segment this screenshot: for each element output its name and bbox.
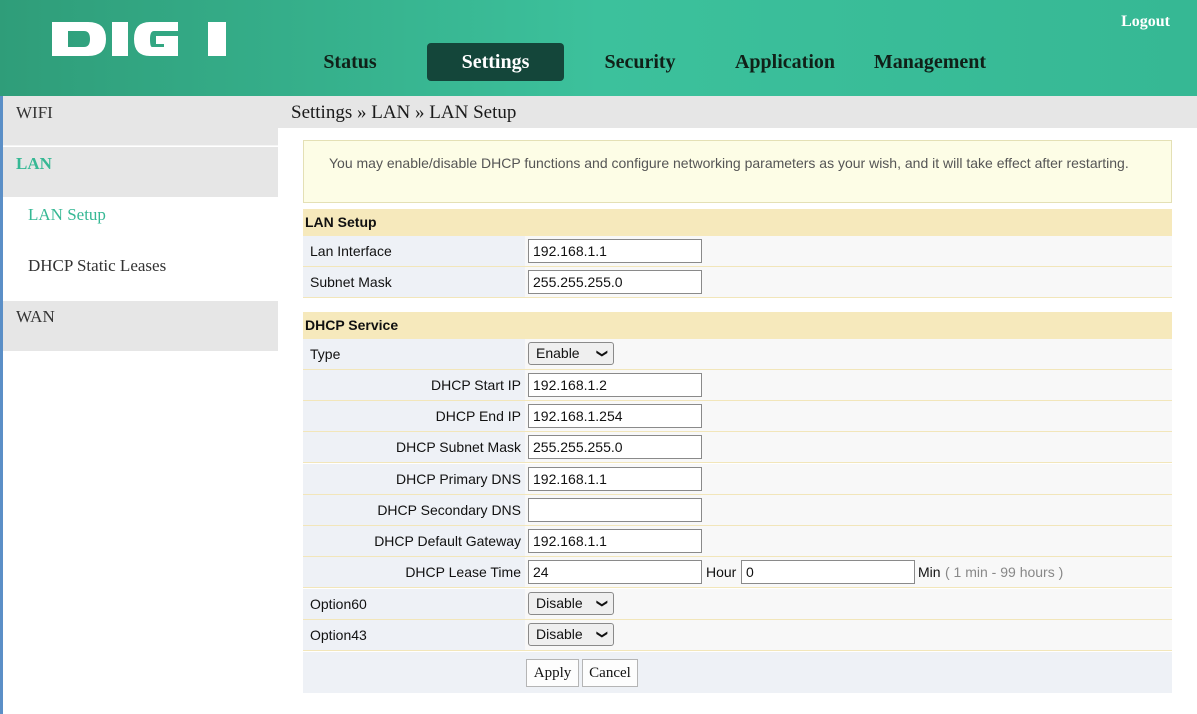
- hour-unit-label: Hour: [706, 564, 737, 580]
- subnet-mask-label: Subnet Mask: [303, 267, 525, 297]
- sidebar-item-wifi[interactable]: WIFI: [3, 96, 278, 146]
- chevron-down-icon: ❯: [595, 598, 608, 609]
- dhcp-type-value: Enable: [536, 345, 580, 361]
- nav-security[interactable]: Security: [590, 43, 690, 81]
- header-bar: Logout Status Settings Security Applicat…: [0, 0, 1197, 96]
- sidebar-item-dhcp-static-leases[interactable]: DHCP Static Leases: [3, 248, 278, 301]
- dhcp-type-label: Type: [303, 339, 525, 369]
- dhcp-end-ip-input[interactable]: 192.168.1.254: [528, 404, 702, 428]
- dhcp-secondary-dns-label: DHCP Secondary DNS: [303, 495, 525, 525]
- nav-status[interactable]: Status: [300, 43, 400, 81]
- dhcp-subnet-row: DHCP Subnet Mask 255.255.255.0: [303, 432, 1172, 463]
- option60-cell: Disable ❯: [525, 589, 1172, 619]
- nav-management[interactable]: Management: [870, 43, 990, 81]
- dhcp-type-select[interactable]: Enable ❯: [528, 342, 614, 365]
- dhcp-end-ip-row: DHCP End IP 192.168.1.254: [303, 401, 1172, 432]
- dhcp-start-ip-label: DHCP Start IP: [303, 370, 525, 400]
- dhcp-end-ip-label: DHCP End IP: [303, 401, 525, 431]
- sidebar: WIFI LAN LAN Setup DHCP Static Leases WA…: [0, 96, 278, 714]
- dhcp-primary-dns-cell: 192.168.1.1: [525, 464, 1172, 494]
- dhcp-gateway-label: DHCP Default Gateway: [303, 526, 525, 556]
- dhcp-start-ip-cell: 192.168.1.2: [525, 370, 1172, 400]
- dhcp-type-row: Type Enable ❯: [303, 339, 1172, 370]
- cancel-button[interactable]: Cancel: [582, 659, 638, 687]
- lease-min-input[interactable]: 0: [741, 560, 915, 584]
- info-notice: You may enable/disable DHCP functions an…: [303, 140, 1172, 203]
- subnet-mask-row: Subnet Mask 255.255.255.0: [303, 267, 1172, 298]
- subnet-mask-input[interactable]: 255.255.255.0: [528, 270, 702, 294]
- option43-row: Option43 Disable ❯: [303, 620, 1172, 651]
- option43-value: Disable: [536, 626, 583, 642]
- nav-settings[interactable]: Settings: [427, 43, 564, 81]
- dhcp-lease-row: DHCP Lease Time 24 Hour 0 Min ( 1 min - …: [303, 557, 1172, 588]
- dhcp-type-cell: Enable ❯: [525, 339, 1172, 369]
- dhcp-secondary-dns-row: DHCP Secondary DNS: [303, 495, 1172, 526]
- lease-hour-input[interactable]: 24: [528, 560, 702, 584]
- option43-label: Option43: [303, 620, 525, 650]
- dhcp-start-ip-input[interactable]: 192.168.1.2: [528, 373, 702, 397]
- option60-value: Disable: [536, 595, 583, 611]
- digi-logo: [50, 20, 230, 58]
- dhcp-start-ip-row: DHCP Start IP 192.168.1.2: [303, 370, 1172, 401]
- chevron-down-icon: ❯: [595, 629, 608, 640]
- nav-application[interactable]: Application: [725, 43, 845, 81]
- sidebar-item-lan[interactable]: LAN: [3, 147, 278, 197]
- button-bar: Apply Cancel: [303, 652, 1172, 693]
- lan-interface-input[interactable]: 192.168.1.1: [528, 239, 702, 263]
- dhcp-subnet-input[interactable]: 255.255.255.0: [528, 435, 702, 459]
- option60-row: Option60 Disable ❯: [303, 589, 1172, 620]
- sidebar-item-wan[interactable]: WAN: [3, 301, 278, 351]
- chevron-down-icon: ❯: [595, 348, 608, 359]
- dhcp-primary-dns-input[interactable]: 192.168.1.1: [528, 467, 702, 491]
- dhcp-service-heading: DHCP Service: [303, 312, 1172, 339]
- dhcp-end-ip-cell: 192.168.1.254: [525, 401, 1172, 431]
- dhcp-gateway-cell: 192.168.1.1: [525, 526, 1172, 556]
- lease-range-hint: ( 1 min - 99 hours ): [945, 564, 1064, 580]
- subnet-mask-cell: 255.255.255.0: [525, 267, 1172, 297]
- dhcp-gateway-input[interactable]: 192.168.1.1: [528, 529, 702, 553]
- logout-link[interactable]: Logout: [1121, 13, 1170, 31]
- lan-interface-row: Lan Interface 192.168.1.1: [303, 236, 1172, 267]
- lan-interface-label: Lan Interface: [303, 236, 525, 266]
- dhcp-subnet-cell: 255.255.255.0: [525, 432, 1172, 462]
- dhcp-secondary-dns-input[interactable]: [528, 498, 702, 522]
- option43-cell: Disable ❯: [525, 620, 1172, 650]
- min-unit-label: Min: [918, 564, 941, 580]
- sidebar-item-lan-setup[interactable]: LAN Setup: [3, 197, 278, 248]
- dhcp-gateway-row: DHCP Default Gateway 192.168.1.1: [303, 526, 1172, 557]
- option43-select[interactable]: Disable ❯: [528, 623, 614, 646]
- option60-select[interactable]: Disable ❯: [528, 592, 614, 615]
- dhcp-primary-dns-row: DHCP Primary DNS 192.168.1.1: [303, 464, 1172, 495]
- dhcp-lease-cell: 24 Hour 0 Min ( 1 min - 99 hours ): [525, 557, 1172, 587]
- dhcp-primary-dns-label: DHCP Primary DNS: [303, 464, 525, 494]
- dhcp-subnet-label: DHCP Subnet Mask: [303, 432, 525, 462]
- breadcrumb-bar: Settings » LAN » LAN Setup: [278, 96, 1197, 128]
- option60-label: Option60: [303, 589, 525, 619]
- lan-setup-heading: LAN Setup: [303, 209, 1172, 236]
- dhcp-lease-label: DHCP Lease Time: [303, 557, 525, 587]
- lan-interface-cell: 192.168.1.1: [525, 236, 1172, 266]
- dhcp-secondary-dns-cell: [525, 495, 1172, 525]
- breadcrumb: Settings » LAN » LAN Setup: [291, 102, 517, 123]
- apply-button[interactable]: Apply: [526, 659, 579, 687]
